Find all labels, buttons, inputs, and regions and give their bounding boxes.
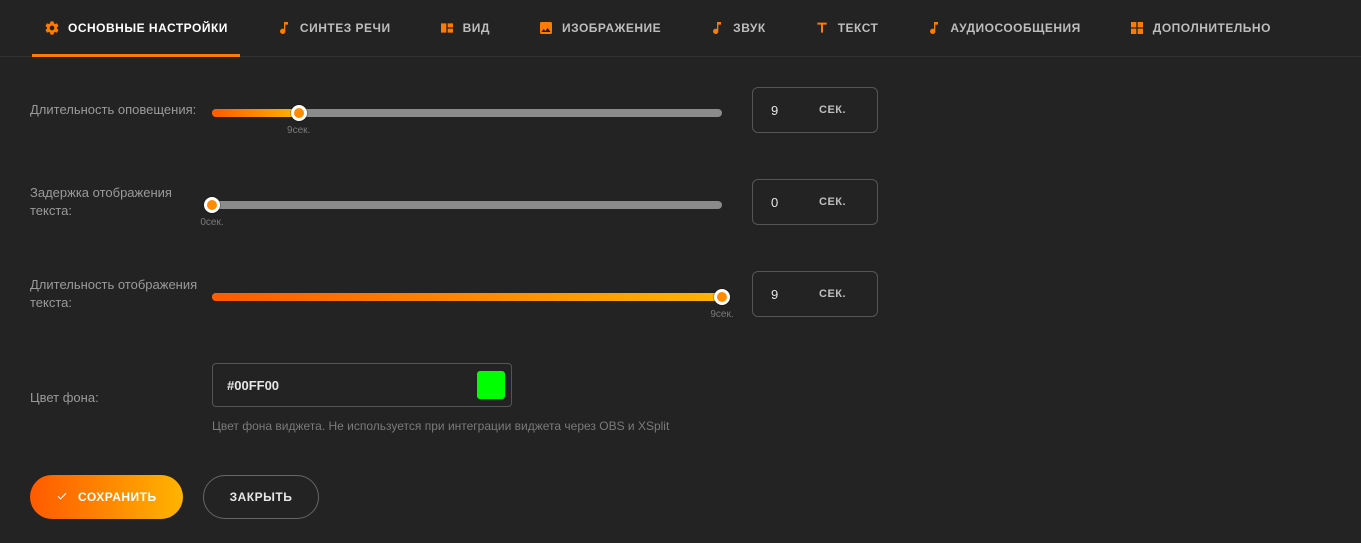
color-text-field[interactable]: [227, 378, 477, 393]
color-swatch[interactable]: [477, 371, 505, 399]
tab-label: ОСНОВНЫЕ НАСТРОЙКИ: [68, 21, 228, 35]
slider-thumb[interactable]: [291, 105, 307, 121]
slider-thumb[interactable]: [714, 289, 730, 305]
slider-fill: [212, 293, 722, 301]
layout-icon: [439, 20, 455, 36]
slider-thumb[interactable]: [204, 197, 220, 213]
label-text-delay: Задержка отображения текста:: [30, 184, 212, 219]
tab-5[interactable]: ТЕКСТ: [810, 20, 883, 56]
grid-icon: [1129, 20, 1145, 36]
value-text-delay[interactable]: 0 СЕК.: [752, 179, 878, 225]
gear-icon: [44, 20, 60, 36]
value-unit: СЕК.: [815, 104, 877, 116]
save-button[interactable]: СОХРАНИТЬ: [30, 475, 183, 519]
value-text-duration[interactable]: 9 СЕК.: [752, 271, 878, 317]
slider-tick-label: 9сек.: [287, 125, 310, 136]
value-number: 0: [753, 195, 815, 210]
slider-track: [212, 201, 722, 209]
slider-tick-label: 9сек.: [710, 309, 733, 320]
tab-label: СИНТЕЗ РЕЧИ: [300, 21, 391, 35]
label-bg-color: Цвет фона:: [30, 389, 212, 407]
tab-label: АУДИОСООБЩЕНИЯ: [950, 21, 1080, 35]
music-icon: [276, 20, 292, 36]
tab-0[interactable]: ОСНОВНЫЕ НАСТРОЙКИ: [40, 20, 232, 56]
color-hint: Цвет фона виджета. Не используется при и…: [212, 419, 1321, 433]
tab-1[interactable]: СИНТЕЗ РЕЧИ: [272, 20, 395, 56]
text-icon: [814, 20, 830, 36]
slider-text-delay[interactable]: 0сек.: [212, 195, 722, 209]
music-icon: [709, 20, 725, 36]
value-unit: СЕК.: [815, 196, 877, 208]
close-button[interactable]: ЗАКРЫТЬ: [203, 475, 320, 519]
tabs-bar: ОСНОВНЫЕ НАСТРОЙКИ СИНТЕЗ РЕЧИ ВИД ИЗОБРАЖЕ…: [0, 0, 1361, 57]
row-text-delay: Задержка отображения текста: 0сек. 0 СЕК…: [30, 179, 1321, 225]
row-text-duration: Длительность отображения текста: 9сек. 9…: [30, 271, 1321, 317]
tab-label: ВИД: [463, 21, 490, 35]
slider-tick-label: 0сек.: [200, 217, 223, 228]
tab-6[interactable]: АУДИОСООБЩЕНИЯ: [922, 20, 1084, 56]
color-input[interactable]: [212, 363, 512, 407]
value-number: 9: [753, 103, 815, 118]
save-button-label: СОХРАНИТЬ: [78, 490, 157, 504]
music-icon: [926, 20, 942, 36]
check-icon: [56, 490, 68, 505]
tab-2[interactable]: ВИД: [435, 20, 494, 56]
slider-track: [212, 293, 722, 301]
image-icon: [538, 20, 554, 36]
value-number: 9: [753, 287, 815, 302]
slider-alert-duration[interactable]: 9сек.: [212, 103, 722, 117]
slider-track: [212, 109, 722, 117]
tab-4[interactable]: ЗВУК: [705, 20, 770, 56]
tab-label: ТЕКСТ: [838, 21, 879, 35]
row-bg-color: Цвет фона: Цвет фона виджета. Не использ…: [30, 363, 1321, 433]
tab-7[interactable]: ДОПОЛНИТЕЛЬНО: [1125, 20, 1275, 56]
tab-3[interactable]: ИЗОБРАЖЕНИЕ: [534, 20, 665, 56]
value-alert-duration[interactable]: 9 СЕК.: [752, 87, 878, 133]
slider-fill: [212, 109, 299, 117]
row-alert-duration: Длительность оповещения: 9сек. 9 СЕК.: [30, 87, 1321, 133]
label-text-duration: Длительность отображения текста:: [30, 276, 212, 311]
slider-text-duration[interactable]: 9сек.: [212, 287, 722, 301]
tab-label: ДОПОЛНИТЕЛЬНО: [1153, 21, 1271, 35]
value-unit: СЕК.: [815, 288, 877, 300]
close-button-label: ЗАКРЫТЬ: [230, 490, 293, 504]
tab-label: ЗВУК: [733, 21, 766, 35]
label-alert-duration: Длительность оповещения:: [30, 101, 212, 119]
tab-label: ИЗОБРАЖЕНИЕ: [562, 21, 661, 35]
